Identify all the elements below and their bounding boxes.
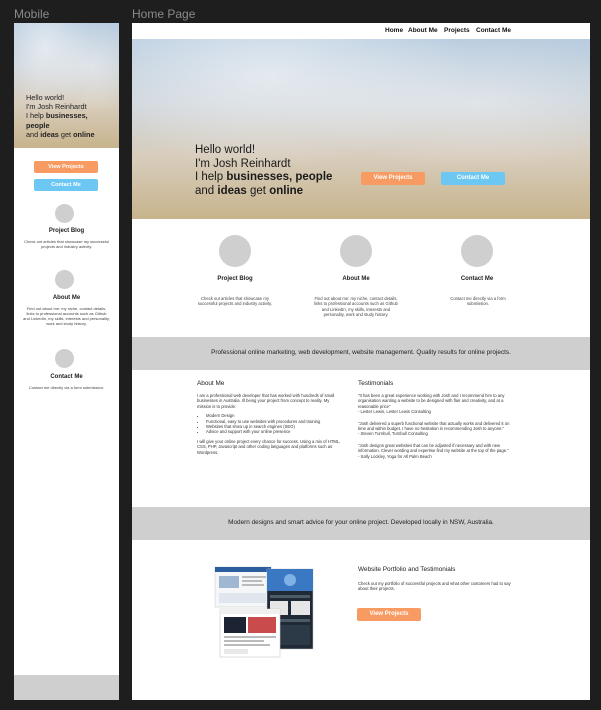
about-outro: I will give your online project every ch… bbox=[197, 438, 341, 455]
hero-line-2: I'm Josh Reinhardt bbox=[26, 102, 87, 112]
project-blog-icon bbox=[219, 235, 251, 267]
testimonial-author: - Sally Lockley, Yoga for All Palm Beach bbox=[358, 453, 432, 459]
mobile-project-blog-title: Project Blog bbox=[48, 228, 85, 234]
mobile-about-me-title: About Me bbox=[52, 295, 81, 301]
mobile-contact-me-title: Contact Me bbox=[50, 374, 83, 380]
testimonial-quote: "Josh designs great websites that can be… bbox=[358, 442, 509, 454]
tagline-band-2-text: Modern designs and smart advice for your… bbox=[228, 519, 494, 526]
mobile-about-me-text: Find out about me: my niche, contact det… bbox=[23, 306, 110, 326]
project-blog-text: Check out articles that showcase my succ… bbox=[197, 296, 273, 307]
mobile-frame[interactable]: Hello world! I'm Josh Reinhardt I help b… bbox=[14, 23, 119, 700]
project-blog-title: Project Blog bbox=[217, 276, 253, 282]
testimonial-author: - Steven Turnbull, Turnbull Consulting bbox=[358, 431, 428, 437]
hero-line-1: Hello world! bbox=[195, 144, 256, 156]
portfolio-mockup-image bbox=[212, 563, 337, 659]
mobile-project-blog-text: Check out articles that showcase my succ… bbox=[24, 239, 109, 249]
mobile-contact-me-text: Contact me directly via a form submissio… bbox=[28, 385, 105, 390]
hero-line-5-bold-ideas: ideas bbox=[40, 129, 59, 139]
mobile-hero: Hello world! I'm Josh Reinhardt I help b… bbox=[14, 23, 119, 148]
nav-home[interactable]: Home bbox=[385, 27, 403, 34]
hero-line-4-bold-online: online bbox=[269, 184, 304, 197]
desktop-hero: Hello world! I'm Josh Reinhardt I help b… bbox=[132, 39, 590, 219]
portfolio-text: Check out my portfolio of successful pro… bbox=[358, 581, 511, 592]
mobile-view-projects-button[interactable]: View Projects bbox=[34, 161, 98, 173]
nav-about-me[interactable]: About Me bbox=[408, 27, 438, 34]
about-section-title: About Me bbox=[197, 380, 225, 387]
hero-line-3-bold: businesses, bbox=[45, 111, 88, 121]
portfolio-title: Website Portfolio and Testimonials bbox=[358, 566, 456, 573]
tagline-band-1-text: Professional online marketing, web devel… bbox=[211, 349, 511, 356]
about-section-body: I am a professional web developer that h… bbox=[197, 393, 342, 455]
desktop-frame-label: Home Page bbox=[132, 7, 196, 21]
about-bullet-list: Modern Design Functional, easy to use we… bbox=[197, 413, 342, 435]
portfolio-view-projects-button[interactable]: View Projects bbox=[357, 608, 421, 621]
desktop-frame[interactable]: Home About Me Projects Contact Me Hello … bbox=[132, 23, 590, 700]
tagline-band-2: Modern designs and smart advice for your… bbox=[132, 507, 590, 540]
about-me-icon bbox=[340, 235, 372, 267]
hero-line-5-mid: get bbox=[58, 129, 74, 139]
website-screens-illustration bbox=[214, 566, 314, 658]
testimonial-quote: "It has been a great experience working … bbox=[358, 393, 505, 409]
about-intro: I am a professional web developer that h… bbox=[197, 393, 335, 409]
nav-contact-me[interactable]: Contact Me bbox=[476, 27, 511, 34]
mobile-contact-me-button[interactable]: Contact Me bbox=[34, 179, 98, 191]
about-me-text: Find out about me: my niche, contact det… bbox=[314, 296, 398, 318]
hero-line-4-bold-ideas: ideas bbox=[217, 184, 247, 197]
mobile-hero-text: Hello world! I'm Josh Reinhardt I help b… bbox=[26, 93, 95, 139]
about-bullet: Advice and support with your online pres… bbox=[206, 429, 342, 434]
testimonials-title: Testimonials bbox=[358, 380, 394, 387]
contact-me-title: Contact Me bbox=[460, 276, 494, 282]
hero-line-3-prefix: I help bbox=[195, 171, 227, 183]
mobile-frame-label: Mobile bbox=[14, 7, 50, 21]
mobile-about-me-icon bbox=[55, 270, 74, 289]
top-nav: Home About Me Projects Contact Me bbox=[132, 23, 590, 39]
mobile-project-blog-icon bbox=[55, 204, 74, 223]
hero-line-4-mid: get bbox=[246, 184, 270, 197]
desktop-hero-text: Hello world! I'm Josh Reinhardt I help b… bbox=[195, 144, 332, 198]
hero-contact-me-button[interactable]: Contact Me bbox=[441, 172, 505, 185]
about-me-title: About Me bbox=[342, 276, 370, 282]
mobile-contact-me-icon bbox=[55, 349, 74, 368]
contact-me-icon bbox=[461, 235, 493, 267]
hero-line-3-prefix: I help bbox=[26, 111, 46, 121]
hero-line-5-prefix: and bbox=[26, 129, 41, 139]
hero-line-4-bold: people bbox=[26, 120, 50, 130]
testimonial-quote: "Josh delivered a superb functional webs… bbox=[358, 420, 510, 432]
hero-line-4-prefix: and bbox=[195, 184, 218, 197]
hero-line-1: Hello world! bbox=[26, 93, 65, 102]
nav-projects[interactable]: Projects bbox=[444, 27, 470, 34]
hero-line-3-bold: businesses, people bbox=[226, 171, 333, 183]
mobile-footer-band bbox=[14, 675, 119, 700]
hero-line-2: I'm Josh Reinhardt bbox=[195, 157, 291, 170]
hero-line-5-bold-online: online bbox=[73, 129, 95, 139]
tagline-band-1: Professional online marketing, web devel… bbox=[132, 337, 590, 370]
testimonial-author: - Lester Lewis, Lester Lewis Consulting bbox=[358, 409, 431, 415]
contact-me-text: Contact me directly via a form submissio… bbox=[450, 296, 506, 307]
testimonials-list: "It has been a great experience working … bbox=[358, 393, 516, 459]
hero-view-projects-button[interactable]: View Projects bbox=[361, 172, 425, 185]
